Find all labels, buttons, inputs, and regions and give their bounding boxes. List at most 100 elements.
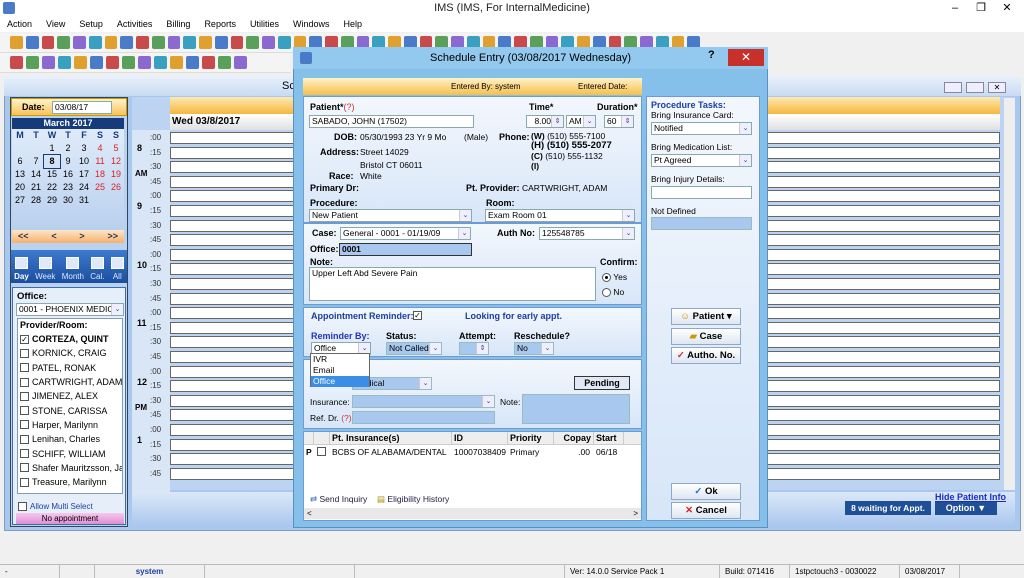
send-inquiry-link[interactable]: ⇄ Send Inquiry xyxy=(310,494,367,505)
provider-checkbox[interactable] xyxy=(20,463,29,473)
checkbox[interactable] xyxy=(317,447,326,456)
toolbar-icon[interactable] xyxy=(120,36,133,49)
provider-checkbox[interactable] xyxy=(20,406,29,416)
status-select[interactable]: Not Called ⌄ xyxy=(386,342,442,355)
provider-checkbox[interactable] xyxy=(20,420,29,430)
view-cal[interactable]: Cal. xyxy=(90,257,105,281)
task3-input[interactable] xyxy=(651,186,752,199)
date-input[interactable]: 03/08/17 xyxy=(52,101,112,114)
provider-item[interactable]: Shafer Mauritzsson, Ja xyxy=(18,461,122,475)
option-button[interactable]: Option ▼ xyxy=(935,501,997,515)
provider-checkbox[interactable] xyxy=(20,363,29,373)
toolbar-icon[interactable] xyxy=(41,36,55,49)
calendar-day[interactable]: 27 xyxy=(12,194,28,207)
allow-multi-select[interactable]: Allow Multi Select xyxy=(13,502,125,511)
case-button[interactable]: ▰ Case xyxy=(671,328,741,345)
ref-dr-input[interactable] xyxy=(352,411,495,424)
ref-dr-help-link[interactable]: (?) xyxy=(341,413,351,423)
toolbar-icon[interactable] xyxy=(58,56,71,69)
case-select[interactable]: General - 0001 - 01/19/09 ⌄ xyxy=(340,227,471,240)
task2-select[interactable]: Pt Agreed ⌄ xyxy=(651,154,752,167)
provider-checkbox[interactable] xyxy=(20,348,29,358)
patient-help-link[interactable]: (?) xyxy=(344,102,355,112)
toolbar-icon[interactable] xyxy=(230,36,244,49)
provider-item[interactable]: Treasure, Marilynn xyxy=(18,475,122,489)
note-textarea[interactable]: Upper Left Abd Severe Pain xyxy=(309,267,596,301)
menu-utilities[interactable]: Utilities xyxy=(243,16,286,32)
room-select[interactable]: Exam Room 01 ⌄ xyxy=(485,209,635,222)
toolbar-icon[interactable] xyxy=(25,36,39,49)
toolbar-icon[interactable] xyxy=(154,56,167,69)
calendar-day[interactable]: 23 xyxy=(60,181,76,194)
toolbar-icon[interactable] xyxy=(10,56,23,69)
calendar-day[interactable]: 11 xyxy=(92,155,108,168)
toolbar-icon[interactable] xyxy=(10,36,23,49)
hide-patient-info-link[interactable]: Hide Patient Info xyxy=(935,492,1006,502)
column-header[interactable]: Priority xyxy=(508,432,554,444)
provider-item[interactable]: KORNICK, CRAIG xyxy=(18,346,122,360)
toolbar-icon[interactable] xyxy=(218,56,231,69)
procedure-select[interactable]: New Patient ⌄ xyxy=(309,209,472,222)
provider-checkbox[interactable] xyxy=(20,377,29,387)
toolbar-icon[interactable] xyxy=(104,36,118,49)
patient-input[interactable]: SABADO, JOHN (17502) xyxy=(309,115,474,128)
calendar-day[interactable]: 9 xyxy=(60,155,76,168)
calendar-day[interactable]: 21 xyxy=(28,181,44,194)
calendar-day[interactable]: 13 xyxy=(12,168,28,181)
toolbar-icon[interactable] xyxy=(199,36,212,49)
patient-button[interactable]: ☺ Patient ▾ xyxy=(671,308,741,325)
no-appointment-button[interactable]: No appointment xyxy=(16,513,124,524)
provider-checkbox[interactable]: ✓ xyxy=(20,334,29,344)
provider-item[interactable]: JIMENEZ, ALEX xyxy=(18,389,122,403)
row-checkbox[interactable] xyxy=(314,445,330,459)
view-day[interactable]: Day xyxy=(14,257,29,281)
schedule-scrollbar[interactable] xyxy=(1004,98,1015,490)
calendar-day[interactable]: 26 xyxy=(108,181,124,194)
toolbar-icon[interactable] xyxy=(73,36,86,49)
toolbar-icon[interactable] xyxy=(74,56,87,69)
toolbar-icon[interactable] xyxy=(122,56,135,69)
toolbar-icon[interactable] xyxy=(246,36,259,49)
toolbar-icon[interactable] xyxy=(183,36,196,49)
cancel-button[interactable]: ✕ Cancel xyxy=(671,502,741,519)
task1-select[interactable]: Notified ⌄ xyxy=(651,122,752,135)
column-header[interactable]: Pt. Insurance(s) xyxy=(330,432,452,444)
provider-item[interactable]: Harper, Marilynn xyxy=(18,418,122,432)
calendar-day[interactable]: 30 xyxy=(60,194,76,207)
toolbar-icon[interactable] xyxy=(186,56,199,69)
calendar-day[interactable]: 7 xyxy=(28,155,44,168)
insurance-select[interactable]: ⌄ xyxy=(352,395,495,408)
calendar-nav-button[interactable]: > xyxy=(79,230,84,243)
maximize-button[interactable]: ❐ xyxy=(968,0,994,16)
toolbar-icon[interactable] xyxy=(234,56,247,69)
toolbar-icon[interactable] xyxy=(202,56,215,69)
provider-item[interactable]: Lenihan, Charles xyxy=(18,432,122,446)
insurance-note-input[interactable] xyxy=(522,394,630,424)
toolbar-icon[interactable] xyxy=(26,56,39,69)
calendar-day[interactable]: 28 xyxy=(28,194,44,207)
duration-input[interactable]: 60 ⇕ xyxy=(604,115,634,128)
reminder-option-office[interactable]: Office xyxy=(311,376,369,387)
eligibility-history-link[interactable]: ▤ Eligibility History xyxy=(377,494,449,505)
toolbar-icon[interactable] xyxy=(136,36,149,49)
calendar-day[interactable]: 31 xyxy=(76,194,92,207)
menu-windows[interactable]: Windows xyxy=(286,16,337,32)
calendar-day[interactable]: 25 xyxy=(92,181,108,194)
toolbar-icon[interactable] xyxy=(214,36,228,49)
waiting-appt-button[interactable]: 8 waiting for Appt. xyxy=(845,501,931,515)
toolbar-icon[interactable] xyxy=(57,36,70,49)
toolbar-icon[interactable] xyxy=(42,56,55,69)
calendar-day[interactable]: 4 xyxy=(92,142,108,155)
calendar-day[interactable]: 1 xyxy=(44,142,60,155)
inner-restore-button[interactable] xyxy=(966,82,984,93)
provider-item[interactable]: STONE, CARISSA xyxy=(18,403,122,417)
menu-reports[interactable]: Reports xyxy=(197,16,243,32)
provider-checkbox[interactable] xyxy=(20,477,29,487)
menu-activities[interactable]: Activities xyxy=(110,16,160,32)
dialog-help-button[interactable]: ? xyxy=(708,49,715,61)
toolbar-icon[interactable] xyxy=(106,56,119,69)
calendar-nav-button[interactable]: >> xyxy=(107,230,118,243)
calendar-day[interactable]: 29 xyxy=(44,194,60,207)
calendar-day[interactable]: 22 xyxy=(44,181,60,194)
toolbar-icon[interactable] xyxy=(151,36,165,49)
